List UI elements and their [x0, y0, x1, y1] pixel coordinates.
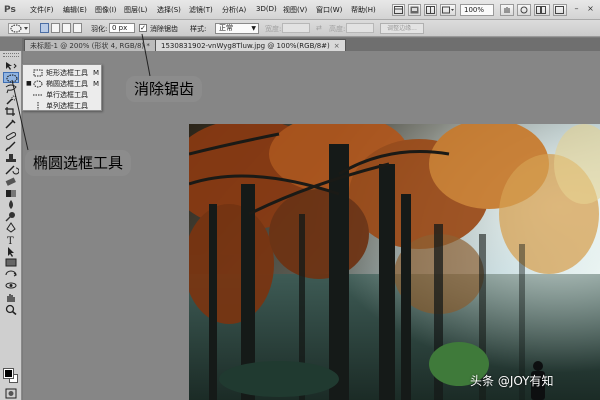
- height-label: 高度:: [329, 25, 346, 33]
- style-select[interactable]: 正常 ▼: [215, 23, 259, 34]
- new-selection-mode-icon[interactable]: [40, 23, 49, 33]
- hand-icon[interactable]: [500, 4, 514, 16]
- close-icon[interactable]: ×: [584, 3, 597, 15]
- history-brush-tool-icon[interactable]: [3, 164, 19, 175]
- brush-tool-icon[interactable]: [3, 141, 19, 152]
- menu-view[interactable]: 视图(V): [283, 5, 307, 15]
- flyout-item-single-row-marquee[interactable]: 单行选框工具: [23, 90, 101, 100]
- eyedropper-tool-icon[interactable]: [3, 118, 19, 129]
- menu-file[interactable]: 文件(F): [30, 5, 54, 15]
- document-tab-photo[interactable]: 1530831902-vnWyg8Tluw.jpg @ 100%(RGB/8#)…: [155, 39, 346, 51]
- menu-layer[interactable]: 图层(L): [124, 5, 147, 15]
- flyout-item-elliptical-marquee[interactable]: ■ 椭圆选框工具 M: [23, 79, 101, 89]
- feather-input[interactable]: 0 px: [109, 23, 135, 33]
- clone-stamp-tool-icon[interactable]: [3, 153, 19, 164]
- extras-icon[interactable]: [424, 4, 437, 16]
- view-extras-icon[interactable]: [440, 4, 456, 16]
- minimize-icon[interactable]: –: [570, 3, 583, 15]
- 3d-rotate-tool-icon[interactable]: [3, 269, 19, 280]
- menu-3d[interactable]: 3D(D): [256, 5, 277, 13]
- foreground-color-swatch[interactable]: [3, 368, 14, 379]
- options-bar: 羽化: 0 px ✓ 消除锯齿 样式: 正常 ▼ 宽度: ⇄ 高度: 调整边缘..…: [0, 20, 600, 37]
- flyout-item-rectangular-marquee[interactable]: 矩形选框工具 M: [23, 68, 101, 78]
- menu-help[interactable]: 帮助(H): [351, 5, 376, 15]
- zoom-tool-icon[interactable]: [3, 304, 19, 315]
- subtract-from-selection-mode-icon[interactable]: [62, 23, 71, 33]
- tools-panel: T: [0, 51, 22, 400]
- type-tool-icon[interactable]: T: [3, 234, 19, 245]
- width-label: 宽度:: [265, 25, 282, 33]
- rotate-view-icon[interactable]: [517, 4, 531, 16]
- tab-close-icon[interactable]: ×: [334, 42, 340, 50]
- intersect-selection-mode-icon[interactable]: [73, 23, 82, 33]
- antialias-checkbox[interactable]: ✓: [139, 24, 147, 32]
- add-to-selection-mode-icon[interactable]: [51, 23, 60, 33]
- document-tab-bar: 未标题-1 @ 200% (形状 4, RGB/8) *× 1530831902…: [22, 38, 600, 51]
- swap-dimensions-icon[interactable]: ⇄: [316, 24, 322, 32]
- elliptical-marquee-icon: [33, 80, 43, 88]
- lasso-tool-icon[interactable]: [3, 83, 19, 94]
- move-tool-icon[interactable]: [3, 60, 19, 71]
- screen-mode-icon[interactable]: [553, 4, 567, 16]
- bridge-icon[interactable]: [392, 4, 405, 16]
- dodge-tool-icon[interactable]: [3, 211, 19, 222]
- menu-window[interactable]: 窗口(W): [316, 5, 342, 15]
- rectangular-marquee-icon: [33, 69, 43, 77]
- single-column-marquee-icon: [37, 102, 39, 110]
- menu-analysis[interactable]: 分析(A): [222, 5, 246, 15]
- arrange-documents-icon[interactable]: [534, 4, 550, 16]
- feather-label: 羽化:: [91, 25, 108, 33]
- watermark: 头条 @JOY有知: [470, 374, 554, 388]
- menu-bar: Ps 文件(F) 编辑(E) 图像(I) 图层(L) 选择(S) 滤镜(T) 分…: [0, 0, 600, 20]
- quick-selection-tool-icon[interactable]: [3, 95, 19, 106]
- forest-photo: [189, 124, 600, 400]
- menu-image[interactable]: 图像(I): [95, 5, 117, 15]
- refine-edge-button[interactable]: 调整边缘...: [380, 23, 424, 34]
- eraser-tool-icon[interactable]: [3, 176, 19, 187]
- document-tab-untitled[interactable]: 未标题-1 @ 200% (形状 4, RGB/8) *×: [24, 39, 166, 51]
- height-input[interactable]: [346, 23, 374, 33]
- svg-text:T: T: [7, 236, 14, 245]
- zoom-level-select[interactable]: 100%: [460, 4, 494, 16]
- path-selection-tool-icon[interactable]: [3, 246, 19, 257]
- hand-tool-icon[interactable]: [3, 292, 19, 303]
- callout-elliptical-marquee: 椭圆选框工具: [25, 150, 132, 176]
- style-label: 样式:: [190, 25, 207, 33]
- menu-select[interactable]: 选择(S): [157, 5, 181, 15]
- marquee-tool-flyout: 矩形选框工具 M ■ 椭圆选框工具 M 单行选框工具 单列选框工具: [22, 64, 102, 111]
- 3d-orbit-tool-icon[interactable]: [3, 280, 19, 291]
- mini-bridge-icon[interactable]: [408, 4, 421, 16]
- antialias-label: 消除锯齿: [150, 25, 178, 33]
- toolbar-grip[interactable]: [3, 53, 19, 57]
- gradient-tool-icon[interactable]: [3, 188, 19, 199]
- elliptical-marquee-tool-icon[interactable]: [3, 71, 19, 83]
- photoshop-logo: Ps: [4, 5, 16, 15]
- flyout-item-single-column-marquee[interactable]: 单列选框工具: [23, 101, 101, 111]
- callout-antialias: 消除锯齿: [126, 76, 203, 102]
- single-row-marquee-icon: [33, 94, 43, 96]
- crop-tool-icon[interactable]: [3, 106, 19, 117]
- tool-preset-picker[interactable]: [8, 23, 30, 34]
- menu-filter[interactable]: 滤镜(T): [189, 5, 213, 15]
- pen-tool-icon[interactable]: [3, 222, 19, 234]
- quick-mask-icon[interactable]: [3, 388, 19, 399]
- blur-tool-icon[interactable]: [3, 199, 19, 210]
- width-input[interactable]: [282, 23, 310, 33]
- spot-healing-tool-icon[interactable]: [3, 130, 19, 141]
- rectangle-tool-icon[interactable]: [3, 257, 19, 268]
- menu-edit[interactable]: 编辑(E): [63, 5, 87, 15]
